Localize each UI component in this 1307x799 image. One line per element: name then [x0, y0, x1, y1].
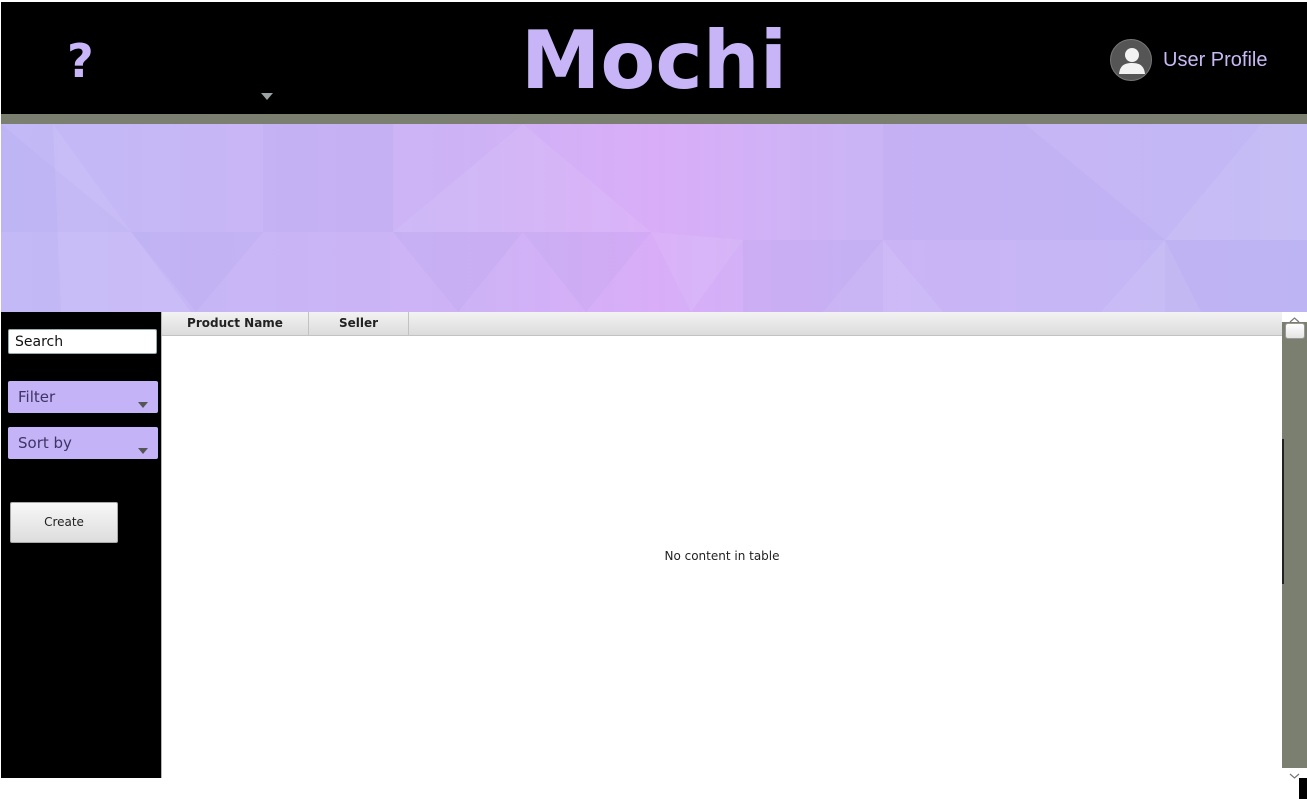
scroll-down-button[interactable] — [1282, 768, 1307, 779]
decorative-banner — [1, 124, 1307, 312]
sidebar: Filter Sort by Create — [1, 312, 161, 778]
empty-table-message: No content in table — [664, 549, 780, 563]
help-question-icon[interactable]: ? — [67, 36, 97, 86]
vertical-scrollbar[interactable] — [1282, 312, 1307, 779]
user-profile-button[interactable]: User Profile — [1110, 38, 1280, 82]
filter-dropdown[interactable]: Filter — [8, 381, 158, 413]
scroll-up-button[interactable] — [1282, 312, 1307, 323]
app-title: Mochi — [520, 14, 788, 107]
menu-dropdown-arrow-icon[interactable] — [260, 92, 276, 102]
column-header-seller[interactable]: Seller — [309, 312, 409, 335]
header-bar: ? Mochi User Profile — [1, 2, 1307, 114]
filter-label: Filter — [18, 388, 56, 406]
column-header-product-name[interactable]: Product Name — [162, 312, 309, 335]
header-divider — [1, 114, 1307, 124]
user-avatar-icon — [1110, 39, 1152, 81]
search-input[interactable] — [8, 329, 157, 354]
create-button[interactable]: Create — [10, 502, 118, 543]
products-table: Product Name Seller No content in table — [161, 312, 1282, 778]
sort-dropdown[interactable]: Sort by — [8, 427, 158, 459]
user-profile-label: User Profile — [1163, 49, 1268, 71]
chevron-down-icon — [138, 440, 148, 458]
table-header: Product Name Seller — [162, 312, 1282, 336]
chevron-down-icon — [138, 394, 148, 412]
scroll-thumb[interactable] — [1285, 323, 1305, 339]
window-edge — [1299, 778, 1307, 799]
scroll-track — [1282, 439, 1284, 584]
app-window: ? Mochi User Profile Search Filter Sort … — [1, 2, 1307, 779]
sort-label: Sort by — [18, 434, 72, 452]
